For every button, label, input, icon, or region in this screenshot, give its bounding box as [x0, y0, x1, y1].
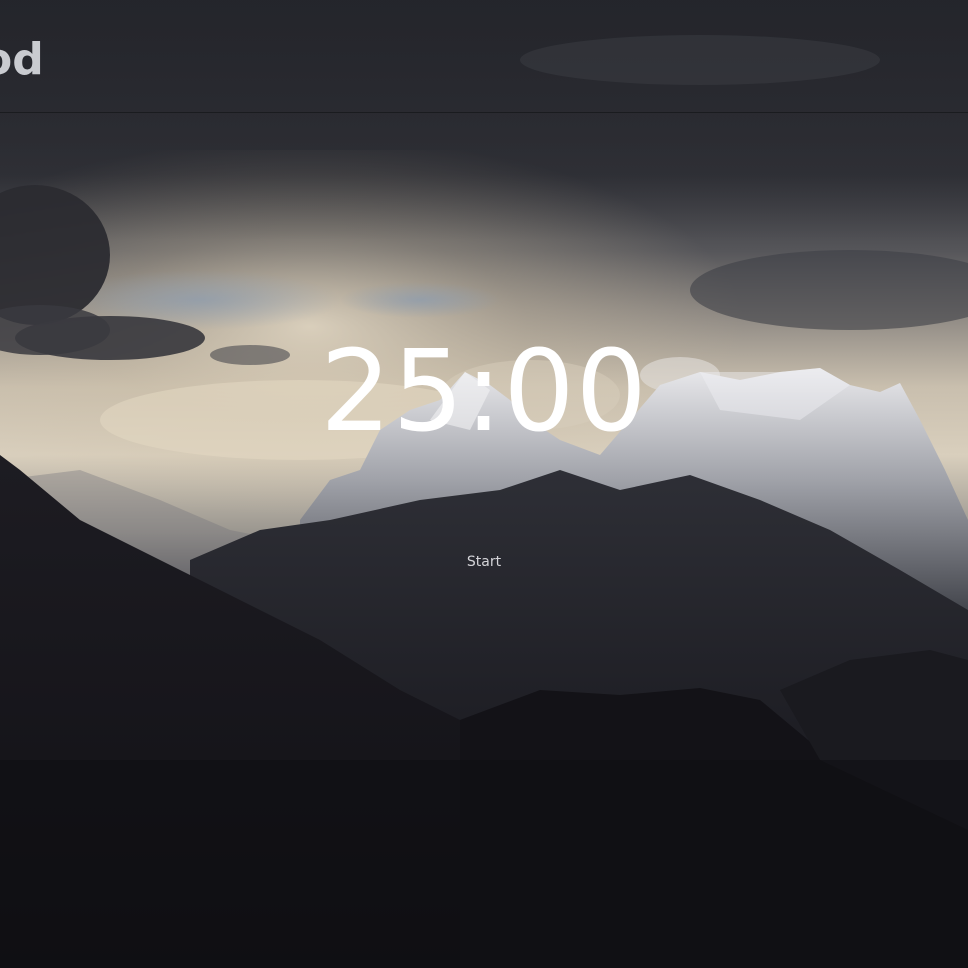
start-button[interactable]: Start [454, 549, 514, 575]
mountain-background-image [0, 0, 968, 968]
app-window: od 25:00 Start [0, 0, 968, 968]
top-bar: od [0, 0, 968, 113]
app-logo: od [0, 34, 44, 85]
timer-display: 25:00 [320, 327, 648, 457]
